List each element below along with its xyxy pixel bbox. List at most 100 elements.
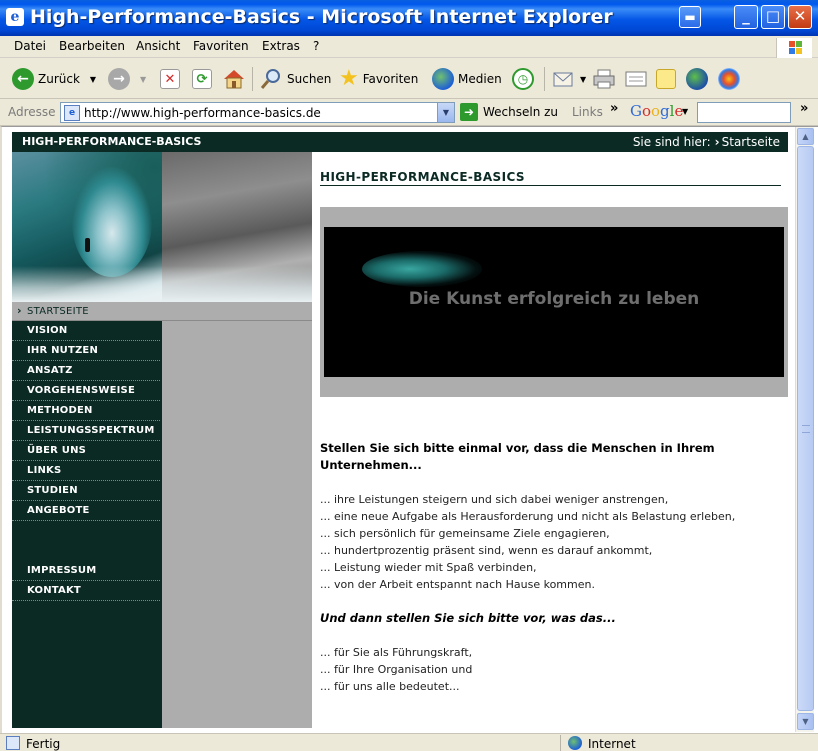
nav-item-vorgehensweise[interactable]: VORGEHENSWEISE [12, 381, 160, 401]
nav-item-leistungsspektrum[interactable]: LEISTUNGSSPEKTRUM [12, 421, 160, 441]
menu-ansicht[interactable]: Ansicht [136, 39, 180, 53]
vertical-scrollbar[interactable]: ▲ ▼ [795, 127, 814, 732]
go-button[interactable]: ➜ Wechseln zu [460, 103, 558, 121]
nav-item-impressum[interactable]: IMPRESSUM [12, 561, 160, 581]
go-label: Wechseln zu [483, 105, 559, 119]
nav-item-links[interactable]: LINKS [12, 461, 160, 481]
span: METHODEN [27, 405, 93, 416]
status-bar: Fertig Internet [0, 733, 818, 751]
google-logo[interactable]: Google [630, 102, 683, 120]
forward-dropdown-icon[interactable]: ▼ [140, 75, 146, 84]
toolbar-separator [544, 67, 545, 91]
research-button[interactable] [718, 66, 740, 92]
windows-logo-icon [776, 38, 812, 58]
nav-item-ihr-nutzen[interactable]: IHR NUTZEN [12, 341, 160, 361]
forward-button[interactable]: → ▼ [108, 66, 146, 92]
ie-icon: e [6, 8, 24, 26]
breadcrumb-label: Sie sind hier: [632, 135, 711, 149]
toolbar-toggle-icon[interactable]: ▬ [679, 6, 701, 28]
refresh-button[interactable]: ⟳ [192, 66, 212, 92]
menu-help[interactable]: ? [313, 39, 319, 53]
back-button[interactable]: ← Zurück ▼ [12, 66, 96, 92]
banner-glow [362, 251, 482, 287]
list-item: ... hundertprozentig präsent sind, wenn … [320, 544, 653, 557]
edit-button[interactable] [624, 66, 648, 92]
menu-bar: Datei Bearbeiten Ansicht Favoriten Extra… [0, 36, 818, 58]
mail-dropdown-icon[interactable]: ▼ [580, 75, 586, 84]
maximize-button[interactable]: □ [761, 5, 785, 29]
media-globe-icon [432, 68, 454, 90]
note-icon [656, 69, 676, 89]
media-button[interactable]: Medien [432, 66, 502, 92]
menu-bearbeiten[interactable]: Bearbeiten [59, 39, 125, 53]
target-icon [718, 68, 740, 90]
breadcrumb-current[interactable]: Startseite [722, 135, 780, 149]
search-button[interactable]: Suchen [259, 66, 331, 92]
scroll-thumb[interactable] [797, 146, 814, 711]
window-title: High-Performance-Basics - Microsoft Inte… [30, 6, 613, 28]
breadcrumb: Sie sind hier: › Startseite [633, 135, 780, 149]
breadcrumb-arrow-icon: › [714, 135, 720, 149]
nav-item-ueber-uns[interactable]: ÜBER UNS [12, 441, 160, 461]
search-icon [260, 69, 280, 89]
history-button[interactable]: ◷ [512, 66, 534, 92]
stop-button[interactable]: ✕ [160, 66, 180, 92]
page-icon: e [64, 105, 80, 121]
back-dropdown-icon[interactable]: ▼ [90, 75, 96, 84]
current-arrow-icon: › [17, 304, 22, 317]
list-item: ... für Ihre Organisation und [320, 663, 473, 676]
mail-button[interactable]: ▼ [552, 66, 586, 92]
menu-favoriten[interactable]: Favoriten [193, 39, 249, 53]
links-label[interactable]: Links [572, 105, 603, 119]
nav-item-vision[interactable]: VISION [12, 321, 160, 341]
discuss-button[interactable] [656, 66, 676, 92]
list-item: ... für uns alle bedeutet... [320, 680, 460, 693]
list-item: ... Leistung wieder mit Spaß verbinden, [320, 561, 537, 574]
back-arrow-icon: ← [12, 68, 34, 90]
web-page: HIGH-PERFORMANCE-BASICS Sie sind hier: › S… [12, 132, 788, 728]
history-icon: ◷ [512, 68, 534, 90]
standard-toolbar: ← Zurück ▼ → ▼ ✕ ⟳ Suchen ★ Favoriten Me… [0, 59, 818, 99]
messenger-button[interactable] [686, 66, 708, 92]
close-button[interactable]: ✕ [788, 5, 812, 29]
address-dropdown-icon[interactable]: ▼ [437, 103, 454, 122]
menu-extras[interactable]: Extras [262, 39, 300, 53]
google-toolbar-chevron-icon[interactable]: » [800, 101, 808, 116]
scroll-up-icon[interactable]: ▲ [797, 128, 814, 145]
nav-item-studien[interactable]: STUDIEN [12, 481, 160, 501]
address-url[interactable]: http://www.high-performance-basics.de [84, 106, 321, 120]
address-input[interactable]: e http://www.high-performance-basics.de … [60, 102, 455, 123]
sidebar-gray-column [162, 302, 312, 728]
span: ÜBER UNS [27, 445, 87, 456]
address-bar: Adresse e http://www.high-performance-ba… [0, 99, 818, 126]
internet-zone-icon [568, 736, 582, 750]
home-button[interactable] [222, 66, 246, 92]
nav-item-startseite[interactable]: › STARTSEITE [12, 302, 312, 321]
globe-icon [686, 68, 708, 90]
list-item: ... eine neue Aufgabe als Herausforderun… [320, 510, 736, 523]
menu-datei[interactable]: Datei [14, 39, 46, 53]
google-dropdown-icon[interactable]: ▼ [682, 107, 688, 116]
span: ANGEBOTE [27, 505, 90, 516]
home-icon [224, 70, 244, 89]
nav-item-methoden[interactable]: METHODEN [12, 401, 160, 421]
google-search-input[interactable] [697, 102, 791, 123]
nav-item-ansatz[interactable]: ANSATZ [12, 361, 160, 381]
span: VORGEHENSWEISE [27, 385, 135, 396]
banner-slogan: Die Kunst erfolgreich zu leben [408, 289, 700, 309]
print-button[interactable] [592, 66, 616, 92]
nav-item-kontakt[interactable]: KONTAKT [12, 581, 160, 601]
go-arrow-icon: ➜ [460, 103, 478, 121]
span: LINKS [27, 465, 62, 476]
site-brand[interactable]: HIGH-PERFORMANCE-BASICS [22, 135, 201, 148]
star-icon: ★ [339, 66, 359, 91]
favorites-button[interactable]: ★ Favoriten [339, 66, 418, 92]
minimize-button[interactable]: _ [734, 5, 758, 29]
hero-wave-image [12, 152, 312, 302]
scroll-grip [802, 425, 810, 433]
scroll-down-icon[interactable]: ▼ [797, 713, 814, 730]
links-chevron-icon[interactable]: » [610, 101, 618, 116]
nav-item-angebote[interactable]: ANGEBOTE [12, 501, 160, 521]
status-separator [560, 735, 561, 751]
media-label: Medien [458, 72, 502, 86]
